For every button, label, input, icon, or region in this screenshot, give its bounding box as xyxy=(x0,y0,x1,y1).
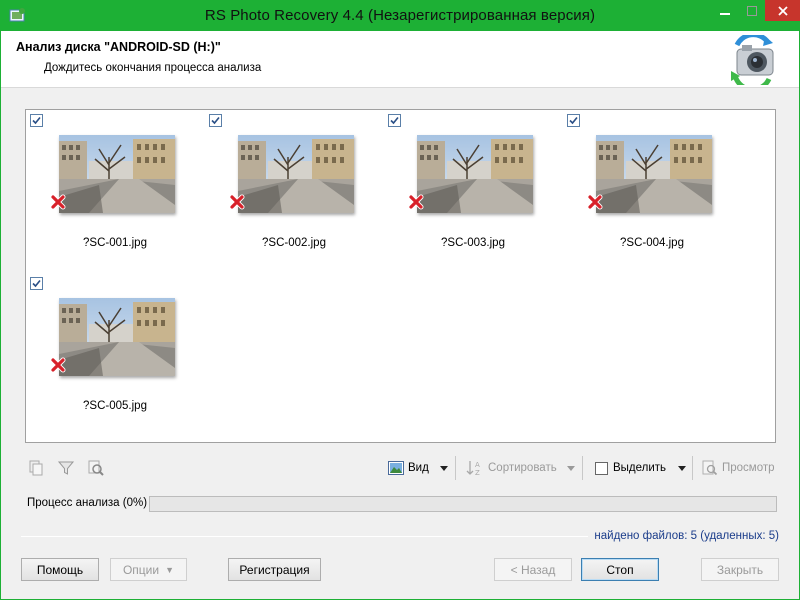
deleted-file-icon xyxy=(587,194,603,210)
copy-icon[interactable] xyxy=(27,459,45,477)
photo-thumbnail xyxy=(59,298,175,376)
checkmark-icon xyxy=(211,116,220,125)
file-checkbox[interactable] xyxy=(567,114,580,127)
wizard-header: Анализ диска "ANDROID-SD (H:)" Дождитесь… xyxy=(1,31,799,88)
find-icon[interactable] xyxy=(87,459,105,477)
close-icon xyxy=(777,5,788,16)
options-dropdown-icon: ▼ xyxy=(165,564,175,575)
close-window-button[interactable] xyxy=(765,0,800,21)
progress-label: Процесс анализа (0%) xyxy=(27,497,148,509)
maximize-icon xyxy=(747,5,757,16)
maximize-button[interactable] xyxy=(739,0,765,21)
register-button[interactable]: Регистрация xyxy=(228,558,321,581)
camera-recovery-icon xyxy=(731,35,774,85)
deleted-file-icon xyxy=(229,194,245,210)
select-dropdown-arrow[interactable] xyxy=(678,466,686,471)
file-gallery[interactable]: ?SC-001.jpg ?SC-002.jpg ?SC-003.jpg ?SC-… xyxy=(25,109,776,443)
svg-text:A: A xyxy=(475,461,480,469)
file-checkbox[interactable] xyxy=(30,277,43,290)
toolbar-divider xyxy=(582,456,583,480)
file-name: ?SC-004.jpg xyxy=(620,237,684,249)
window-title: RS Photo Recovery 4.4 (Незарегистрирован… xyxy=(204,7,596,24)
view-dropdown-arrow[interactable] xyxy=(440,466,448,471)
file-checkbox[interactable] xyxy=(388,114,401,127)
file-checkbox[interactable] xyxy=(209,114,222,127)
stop-button[interactable]: Стоп xyxy=(581,558,659,581)
filter-icon[interactable] xyxy=(57,459,75,477)
file-name: ?SC-003.jpg xyxy=(441,237,505,249)
analysis-progress-bar xyxy=(149,496,777,512)
preview-icon xyxy=(702,460,718,476)
photo-thumbnail xyxy=(596,135,712,213)
view-button[interactable]: Вид xyxy=(388,457,429,479)
minimize-button[interactable] xyxy=(711,0,739,21)
deleted-file-icon xyxy=(408,194,424,210)
file-item[interactable]: ?SC-004.jpg xyxy=(563,110,741,270)
photo-thumbnail xyxy=(238,135,354,213)
app-window: RS Photo Recovery 4.4 (Незарегистрирован… xyxy=(0,0,800,600)
file-name: ?SC-001.jpg xyxy=(83,237,147,249)
checkmark-icon xyxy=(32,279,41,288)
file-item[interactable]: ?SC-003.jpg xyxy=(384,110,562,270)
sort-label: Сортировать xyxy=(488,462,557,474)
toolbar-divider xyxy=(692,456,693,480)
back-button[interactable]: < Назад xyxy=(494,558,572,581)
file-item[interactable]: ?SC-002.jpg xyxy=(205,110,383,270)
photo-thumbnail xyxy=(417,135,533,213)
svg-text:Z: Z xyxy=(475,469,480,477)
toolbar-divider xyxy=(455,456,456,480)
file-checkbox[interactable] xyxy=(30,114,43,127)
page-title: Анализ диска "ANDROID-SD (H:)" xyxy=(16,40,221,54)
file-name: ?SC-002.jpg xyxy=(262,237,326,249)
checkmark-icon xyxy=(569,116,578,125)
gallery-toolbar: Вид A Z Сортировать Выделить Просмотр xyxy=(25,453,776,481)
preview-label: Просмотр xyxy=(722,462,775,474)
files-found-status: найдено файлов: 5 (удаленных: 5) xyxy=(594,530,779,542)
file-name: ?SC-005.jpg xyxy=(83,400,147,412)
select-checkbox-icon xyxy=(595,461,608,475)
dialog-content: Анализ диска "ANDROID-SD (H:)" Дождитесь… xyxy=(1,31,799,599)
file-item[interactable]: ?SC-005.jpg xyxy=(26,273,204,433)
photo-thumbnail xyxy=(59,135,175,213)
select-button[interactable]: Выделить xyxy=(595,457,666,479)
checkmark-icon xyxy=(32,116,41,125)
deleted-file-icon xyxy=(50,194,66,210)
help-button[interactable]: Помощь xyxy=(21,558,99,581)
sort-button[interactable]: A Z Сортировать xyxy=(466,457,557,479)
footer-divider xyxy=(21,536,588,537)
options-button[interactable]: Опции ▼ xyxy=(110,558,187,581)
file-item[interactable]: ?SC-001.jpg xyxy=(26,110,204,270)
page-subtitle: Дождитесь окончания процесса анализа xyxy=(44,62,262,74)
preview-button[interactable]: Просмотр xyxy=(702,457,775,479)
checkmark-icon xyxy=(390,116,399,125)
sort-icon: A Z xyxy=(466,461,480,477)
deleted-file-icon xyxy=(50,357,66,373)
minimize-icon xyxy=(720,12,730,15)
select-label: Выделить xyxy=(613,462,667,474)
options-label: Опции xyxy=(122,562,160,577)
view-icon xyxy=(388,461,404,475)
close-button[interactable]: Закрыть xyxy=(701,558,779,581)
sort-dropdown-arrow[interactable] xyxy=(567,466,575,471)
view-label: Вид xyxy=(408,462,429,474)
title-bar[interactable]: RS Photo Recovery 4.4 (Незарегистрирован… xyxy=(1,0,800,31)
